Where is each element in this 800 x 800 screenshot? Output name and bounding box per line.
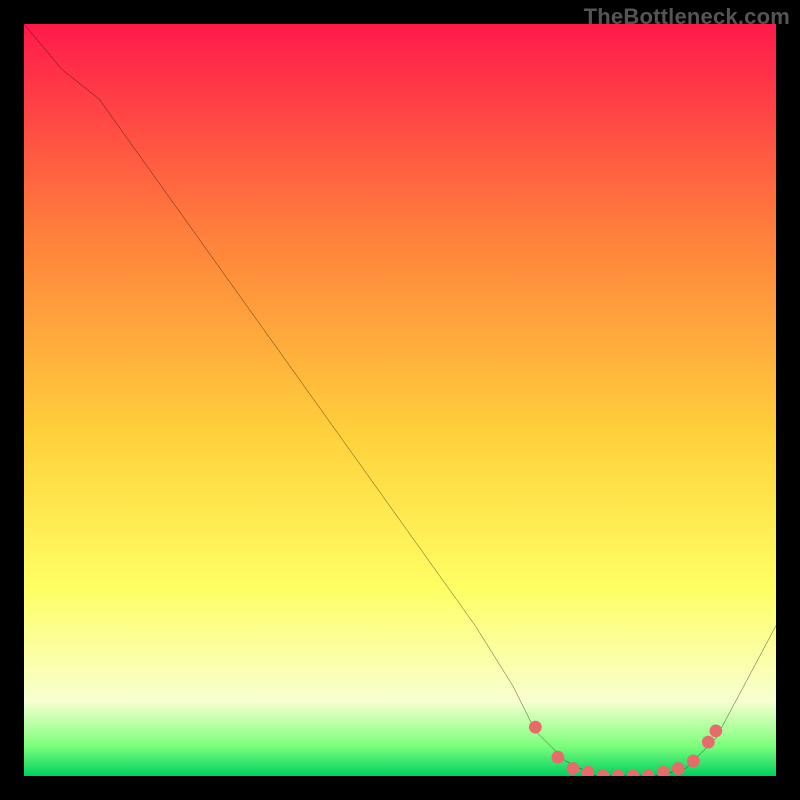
curve-marker (687, 755, 700, 768)
plot-svg (24, 24, 776, 776)
watermark-text: TheBottleneck.com (584, 4, 790, 30)
chart-stage: TheBottleneck.com (0, 0, 800, 800)
gradient-background (24, 24, 776, 776)
curve-marker (702, 736, 715, 749)
curve-marker (672, 762, 685, 775)
curve-marker (529, 721, 542, 734)
curve-marker (709, 724, 722, 737)
plot-area (24, 24, 776, 776)
curve-marker (567, 762, 580, 775)
curve-marker (552, 751, 565, 764)
